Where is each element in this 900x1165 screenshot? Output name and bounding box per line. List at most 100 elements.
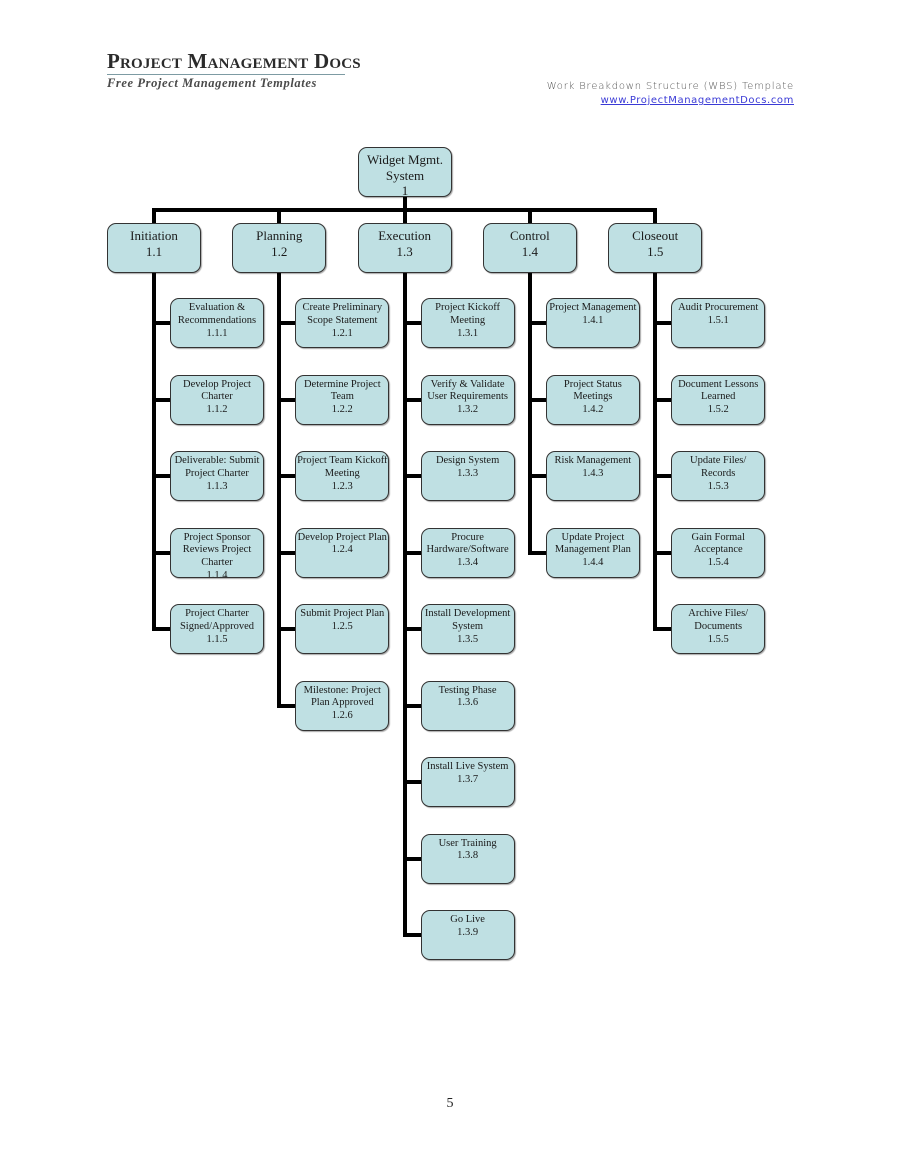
phase-node-planning[interactable]: Planning 1.2	[232, 223, 327, 273]
task-node-1-3-9[interactable]: Go Live 1.3.9	[420, 910, 515, 960]
node-label: Project Management	[549, 302, 637, 313]
node-code: 1.5.3	[707, 480, 729, 492]
task-spine	[402, 273, 407, 937]
task-node-1-3-3[interactable]: Design System 1.3.3	[420, 451, 515, 501]
task-node-1-1-1[interactable]: Evaluation & Recommendations 1.1.1	[170, 298, 264, 348]
document-title: Work Breakdown Structure (WBS) Template	[546, 81, 794, 92]
node-code: 1.3.6	[457, 697, 479, 709]
task-node-1-2-4[interactable]: Develop Project Plan 1.2.4	[295, 527, 390, 578]
task-node-1-2-6[interactable]: Milestone: Project Plan Approved 1.2.6	[295, 680, 390, 731]
node-code: 1	[401, 183, 409, 197]
task-node-1-3-2[interactable]: Verify & Validate User Requirements 1.3.2	[420, 374, 515, 425]
task-node-1-5-4[interactable]: Gain Formal Acceptance 1.5.4	[671, 527, 766, 578]
node-label: Verify & Validate User Requirements	[427, 378, 508, 403]
task-node-1-2-5[interactable]: Submit Project Plan 1.2.5	[295, 604, 390, 654]
node-code: 1.3.7	[457, 773, 479, 785]
node-label: Determine Project Team	[303, 378, 381, 403]
task-node-1-1-5[interactable]: Project Charter Signed/Approved 1.1.5	[170, 604, 264, 654]
node-label: Closeout	[632, 228, 679, 243]
node-label: Testing Phase	[438, 684, 497, 696]
node-label: Risk Management	[554, 455, 632, 466]
logo-title: Project Management Docs	[107, 49, 361, 73]
node-code: 1.3.9	[457, 926, 479, 938]
node-label: Planning	[256, 228, 303, 243]
node-label: Deliverable: Submit Project Charter	[174, 455, 260, 479]
task-node-1-5-1[interactable]: Audit Procurement 1.5.1	[671, 298, 766, 348]
node-code: 1.4.3	[582, 467, 604, 479]
node-code: 1.2.6	[331, 710, 353, 722]
node-code: 1.5.1	[707, 314, 729, 326]
task-node-1-1-3[interactable]: Deliverable: Submit Project Charter 1.1.3	[170, 451, 264, 501]
task-node-1-3-8[interactable]: User Training 1.3.8	[420, 833, 515, 884]
task-node-1-3-5[interactable]: Install Development System 1.3.5	[420, 604, 515, 654]
logo: Project Management Docs Free Project Man…	[107, 49, 361, 91]
node-code: 1.2.5	[331, 620, 353, 632]
phase-node-closeout[interactable]: Closeout 1.5	[608, 223, 703, 273]
node-code: 1.1.4	[206, 569, 228, 578]
node-label: Gain Formal Acceptance	[691, 531, 745, 556]
phase-node-initiation[interactable]: Initiation 1.1	[107, 223, 201, 273]
node-code: 1.2.1	[331, 327, 353, 339]
task-node-1-3-7[interactable]: Install Live System 1.3.7	[420, 757, 515, 807]
phase-connector	[402, 208, 407, 223]
node-label: User Training	[438, 837, 497, 849]
task-node-1-2-1[interactable]: Create Preliminary Scope Statement 1.2.1	[295, 298, 390, 348]
task-node-1-2-3[interactable]: Project Team Kickoff Meeting 1.2.3	[295, 451, 390, 501]
node-label: Develop Project Charter	[183, 378, 251, 403]
node-code: 1.5.5	[707, 633, 729, 645]
task-node-1-5-5[interactable]: Archive Files/ Documents 1.5.5	[671, 604, 766, 654]
node-code: 1.3.1	[457, 327, 479, 339]
root-connector	[402, 197, 407, 208]
node-code: 1.2.2	[331, 404, 353, 416]
node-code: 1.4.2	[582, 404, 604, 416]
node-label: Project Team Kickoff Meeting	[297, 455, 388, 479]
task-node-1-1-4[interactable]: Project Sponsor Reviews Project Charter 1…	[170, 527, 264, 578]
node-label: Submit Project Plan	[300, 608, 385, 619]
node-code: 1.1.5	[206, 633, 228, 645]
node-code: 1.1.1	[206, 327, 228, 339]
node-code: 1.3.5	[457, 633, 479, 645]
page-number: 5	[446, 1096, 454, 1111]
task-node-1-1-2[interactable]: Develop Project Charter 1.1.2	[170, 374, 264, 425]
task-spine	[277, 273, 282, 708]
phase-connector	[277, 208, 282, 223]
task-node-1-4-4[interactable]: Update Project Management Plan 1.4.4	[545, 527, 640, 578]
task-node-1-3-4[interactable]: Procure Hardware/Software 1.3.4	[420, 527, 515, 578]
node-label: Create Preliminary Scope Statement	[302, 302, 383, 326]
node-label: Project Status Meetings	[563, 378, 622, 403]
phase-connector	[653, 208, 658, 223]
node-label: Document Lessons Learned	[678, 378, 759, 403]
node-label: Execution	[378, 228, 431, 243]
task-node-1-5-3[interactable]: Update Files/ Records 1.5.3	[671, 451, 766, 501]
node-label: Archive Files/ Documents	[688, 608, 749, 632]
node-label: Develop Project Plan	[297, 531, 387, 543]
node-code: 1.5.2	[707, 404, 729, 416]
node-label: Go Live	[450, 914, 485, 925]
task-node-1-3-6[interactable]: Testing Phase 1.3.6	[420, 680, 515, 731]
task-node-1-3-1[interactable]: Project Kickoff Meeting 1.3.1	[420, 298, 515, 348]
phase-node-control[interactable]: Control 1.4	[482, 223, 577, 273]
node-code: 1.1	[145, 243, 163, 259]
phase-node-execution[interactable]: Execution 1.3	[357, 223, 452, 273]
node-label: Evaluation & Recommendations	[177, 302, 257, 326]
node-code: 1.2.4	[331, 544, 353, 556]
node-code: 1.2	[271, 243, 288, 259]
node-code: 1.5	[647, 243, 664, 259]
node-code: 1.3.4	[457, 557, 479, 569]
task-node-1-4-1[interactable]: Project Management 1.4.1	[545, 298, 640, 348]
task-node-1-2-2[interactable]: Determine Project Team 1.2.2	[295, 374, 390, 425]
task-node-1-5-2[interactable]: Document Lessons Learned 1.5.2	[671, 374, 766, 425]
task-node-1-4-2[interactable]: Project Status Meetings 1.4.2	[545, 374, 640, 425]
task-spine	[653, 273, 658, 631]
task-node-1-4-3[interactable]: Risk Management 1.4.3	[545, 451, 640, 501]
node-code: 1.3.8	[457, 850, 479, 862]
node-code: 1.5.4	[707, 557, 729, 569]
root-node[interactable]: Widget Mgmt. System 1	[358, 147, 452, 197]
node-label: Control	[510, 228, 550, 243]
node-code: 1.4.1	[582, 314, 604, 326]
phase-connector	[527, 208, 532, 223]
node-label: Audit Procurement	[678, 302, 759, 313]
logo-subtitle: Free Project Management Templates	[107, 76, 317, 90]
node-label: Project Charter Signed/Approved	[179, 608, 255, 632]
website-link[interactable]: www.ProjectManagementDocs.com	[601, 94, 794, 107]
